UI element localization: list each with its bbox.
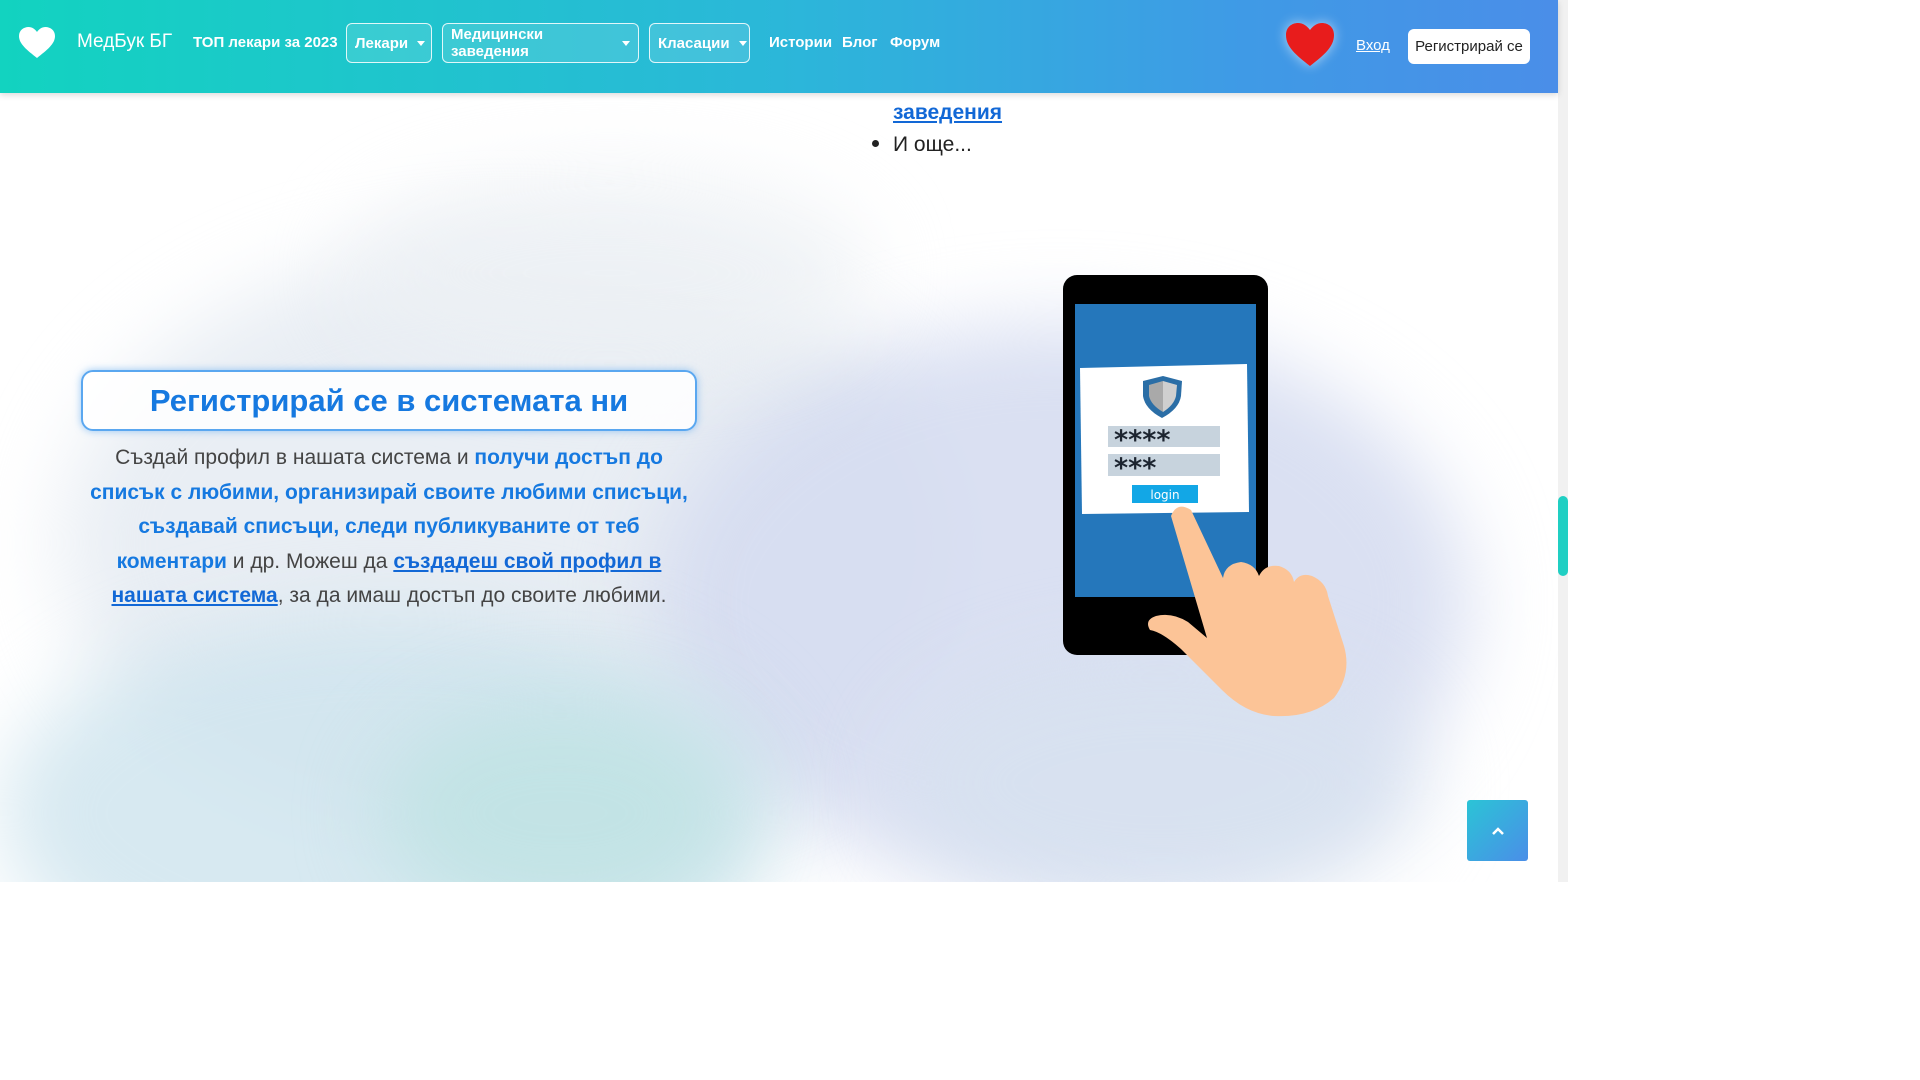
dropdown-label: Класации (658, 34, 730, 52)
chevron-up-icon (1491, 826, 1504, 835)
password-field-2: *** (1114, 453, 1156, 484)
medical-facilities-link[interactable]: заведения (893, 101, 1002, 125)
register-button[interactable]: Регистрирай се (1408, 29, 1530, 64)
favorites-heart-icon[interactable] (1284, 22, 1336, 68)
doctors-dropdown[interactable]: Лекари (346, 23, 432, 63)
blog-link[interactable]: Блог (842, 34, 878, 51)
brand-name[interactable]: МедБук БГ (77, 31, 172, 53)
register-heading: Регистрирай се в системата ни (149, 382, 629, 418)
heart-icon[interactable] (18, 26, 56, 60)
caret-down-icon (622, 40, 630, 46)
caret-down-icon (417, 40, 426, 46)
stories-link[interactable]: Истории (769, 34, 832, 51)
login-link[interactable]: Вход (1356, 37, 1390, 54)
medical-facilities-dropdown[interactable]: Медицински заведения (442, 23, 639, 63)
register-heading-card: Регистрирай се в системата ни (81, 370, 697, 431)
rankings-dropdown[interactable]: Класации (649, 23, 750, 63)
dropdown-label: Медицински заведения (451, 26, 544, 60)
desc-text-1: Създай профил в нашата система и (115, 446, 475, 469)
list-item-label: И още... (893, 133, 972, 156)
password-field-1: **** (1114, 425, 1170, 456)
register-description: Създай профил в нашата система и получи … (84, 441, 694, 614)
desc-text-3: , за да имаш достъп до своите любими. (277, 584, 667, 607)
scrollbar-thumb[interactable] (1558, 496, 1568, 576)
caret-down-icon (738, 40, 747, 46)
list-item-more: И още... (872, 133, 972, 157)
phone-login-illustration: **** *** login (1063, 275, 1347, 717)
forum-link[interactable]: Форум (890, 34, 940, 51)
top-navbar: МедБук БГ ТОП лекари за 2023 Лекари Меди… (0, 0, 1558, 93)
desc-text-2: и др. Можеш да (226, 549, 394, 573)
back-to-top-button[interactable] (1467, 800, 1528, 861)
scrollbar-track[interactable] (1558, 0, 1568, 882)
top-doctors-link[interactable]: ТОП лекари за 2023 (193, 34, 338, 51)
login-button-label: login (1150, 488, 1179, 502)
dropdown-label: Лекари (355, 34, 409, 52)
